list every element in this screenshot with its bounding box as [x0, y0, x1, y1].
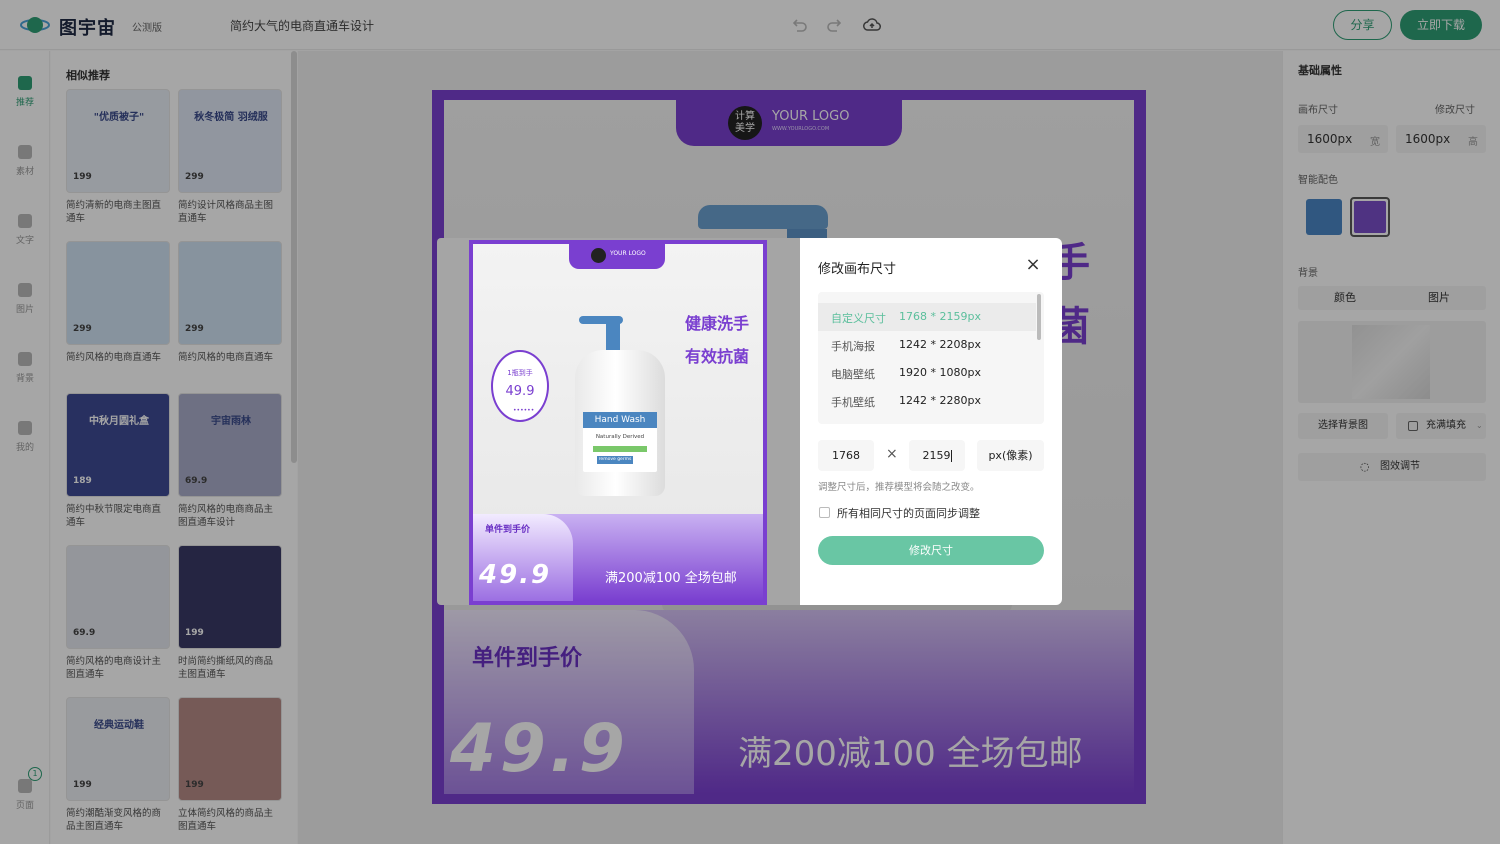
preview-bottle: Hand Wash Naturally Derived remove germs: [575, 350, 665, 496]
close-icon[interactable]: ×: [1024, 256, 1042, 274]
preview-bottle-label: Hand Wash Naturally Derived remove germs: [583, 412, 657, 472]
sync-checkbox[interactable]: [819, 507, 830, 518]
text-cursor: [950, 450, 952, 462]
preview-logo-badge: [591, 248, 606, 263]
times-icon: ×: [886, 446, 898, 462]
sync-label[interactable]: 所有相同尺寸的页面同步调整: [837, 505, 980, 521]
preset-scrollbar[interactable]: [1037, 294, 1041, 340]
resize-note: 调整尺寸后，推荐模型将会随之改变。: [818, 482, 980, 493]
preview-headline-2: 有效抗菌: [685, 347, 750, 366]
preview-poster: YOUR LOGO Hand Wash Naturally Derived re…: [469, 240, 767, 605]
preview-headline-1: 健康洗手: [685, 314, 750, 333]
preview-price-tag: 单件到手价: [485, 525, 531, 535]
modify-size-button[interactable]: 修改尺寸: [818, 536, 1044, 565]
unit-select[interactable]: px(像素): [977, 440, 1044, 471]
preview-badge-dots: ••••••: [513, 407, 535, 414]
preview-bottle-stripe: [593, 446, 647, 452]
height-input[interactable]: 2159: [909, 440, 965, 471]
preset-phone-wallpaper[interactable]: 手机壁纸 1242 * 2280px: [818, 387, 1036, 415]
preview-promo: 满200减100 全场包邮: [605, 571, 737, 586]
resize-dialog: 修改画布尺寸 × 自定义尺寸 1768 * 2159px 手机海报 1242 * 2…: [800, 238, 1062, 605]
preset-phone-poster[interactable]: 手机海报 1242 * 2208px: [818, 331, 1036, 359]
dialog-title: 修改画布尺寸: [818, 262, 897, 277]
preset-desktop-wallpaper[interactable]: 电脑壁纸 1920 * 1080px: [818, 359, 1036, 387]
preview-pump-neck: [606, 322, 620, 352]
width-input[interactable]: 1768: [818, 440, 874, 471]
preset-custom[interactable]: 自定义尺寸 1768 * 2159px: [818, 303, 1036, 331]
resize-preview: YOUR LOGO Hand Wash Naturally Derived re…: [437, 238, 800, 605]
preview-price-badge: 1瓶到手 49.9 ••••••: [491, 350, 549, 422]
size-preset-list[interactable]: 自定义尺寸 1768 * 2159px 手机海报 1242 * 2208px 电脑壁…: [818, 292, 1044, 424]
preview-price: 49.9: [479, 560, 552, 590]
preview-logo-text: YOUR LOGO: [610, 250, 646, 257]
preview-logo-tab: YOUR LOGO: [569, 243, 665, 269]
